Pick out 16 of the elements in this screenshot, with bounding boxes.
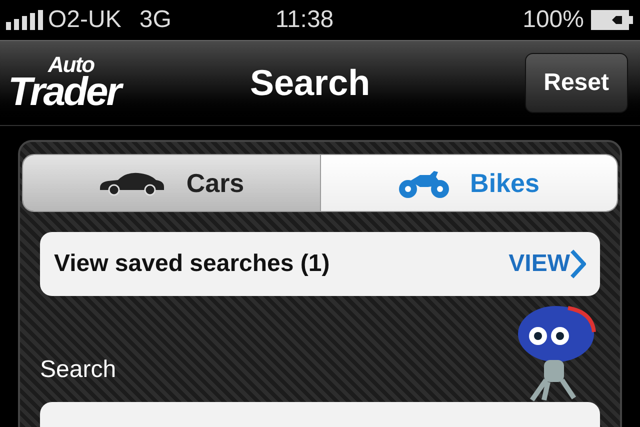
saved-searches-label: View saved searches (1) xyxy=(54,249,330,279)
chevron-right-icon xyxy=(570,249,586,279)
segment-tab[interactable]: Cars xyxy=(23,155,320,211)
car-icon xyxy=(98,170,166,196)
reset-button[interactable]: Reset xyxy=(524,53,628,113)
saved-searches-row[interactable]: View saved searches (1) VIEW xyxy=(40,232,600,296)
carrier-name: O2-UK xyxy=(48,5,122,35)
clock-time: 11:38 xyxy=(275,5,334,35)
network-type: 3G xyxy=(139,5,172,35)
segment-tab[interactable]: Bikes xyxy=(320,155,617,211)
page-title: Search xyxy=(250,61,370,105)
battery-percent: 100% xyxy=(522,5,584,35)
battery-charging-icon xyxy=(590,9,634,31)
view-link[interactable]: VIEW xyxy=(508,246,570,282)
search-label: Search xyxy=(40,355,116,385)
signal-icon xyxy=(6,10,44,30)
